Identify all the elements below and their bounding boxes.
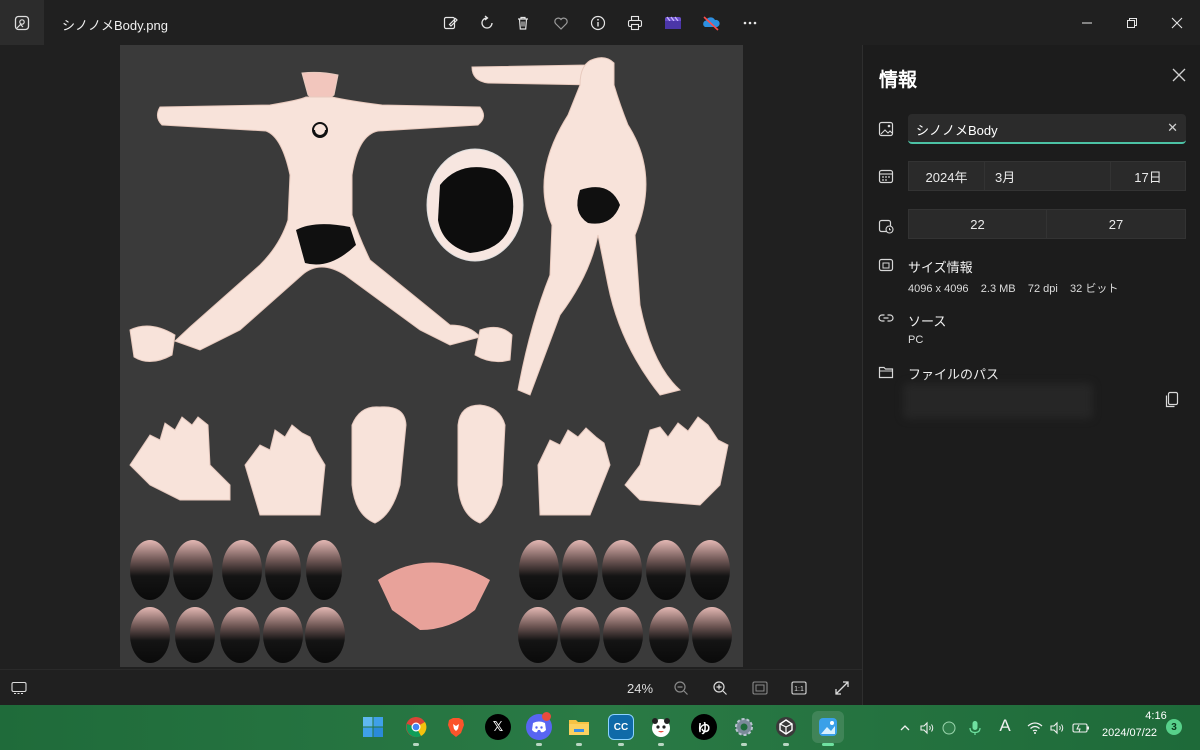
yu-icon[interactable]: ゆ bbox=[691, 714, 717, 740]
zoom-out-icon[interactable] bbox=[672, 678, 690, 698]
size-info-icon bbox=[877, 256, 895, 274]
clipchamp-icon[interactable] bbox=[662, 12, 684, 34]
info-panel-title: 情報 bbox=[879, 70, 918, 91]
actual-size-icon[interactable]: 1:1 bbox=[789, 678, 809, 698]
close-panel-button[interactable] bbox=[1169, 65, 1189, 85]
info-icon[interactable] bbox=[587, 12, 609, 34]
brave-icon[interactable] bbox=[443, 714, 469, 740]
zoom-level: 24% bbox=[626, 680, 654, 696]
title-bar: シノノメBody.png bbox=[0, 0, 1200, 45]
x-icon[interactable]: 𝕏 bbox=[485, 714, 511, 740]
image-viewer[interactable] bbox=[0, 45, 862, 669]
start-icon[interactable] bbox=[360, 714, 386, 740]
settings-icon[interactable] bbox=[731, 714, 757, 740]
file-name-field[interactable]: ✕ bbox=[908, 114, 1186, 144]
running-indicator bbox=[783, 743, 789, 746]
running-indicator bbox=[658, 743, 664, 746]
file-explorer-icon[interactable] bbox=[566, 714, 592, 740]
window-title: シノノメBody.png bbox=[62, 18, 168, 33]
file-path-label: ファイルのパス bbox=[908, 367, 1000, 382]
running-indicator bbox=[576, 743, 582, 746]
image-icon bbox=[877, 120, 895, 138]
file-name-input[interactable] bbox=[916, 119, 1156, 139]
photos-app-icon bbox=[0, 0, 44, 45]
discord-badge bbox=[542, 712, 551, 721]
running-indicator bbox=[413, 743, 419, 746]
chrome-icon[interactable] bbox=[403, 714, 429, 740]
fit-to-window-icon[interactable] bbox=[750, 678, 770, 698]
more-icon[interactable] bbox=[739, 12, 761, 34]
speaker-icon[interactable] bbox=[1048, 719, 1066, 737]
clear-name-icon[interactable]: ✕ bbox=[1167, 120, 1178, 136]
rotate-icon[interactable] bbox=[476, 12, 498, 34]
clock-date[interactable]: 2024/07/22 bbox=[1102, 727, 1157, 739]
month-select[interactable]: 3月 bbox=[984, 161, 1111, 191]
bottom-toolbar: 24% 1:1 bbox=[0, 669, 862, 705]
fullscreen-icon[interactable] bbox=[833, 678, 851, 698]
volume-tray-icon[interactable] bbox=[918, 719, 936, 737]
app-tray-icon[interactable] bbox=[940, 719, 958, 737]
source-label: ソース bbox=[908, 314, 947, 329]
microphone-icon[interactable] bbox=[966, 719, 984, 737]
restore-button[interactable] bbox=[1121, 12, 1143, 34]
copy-path-icon[interactable] bbox=[1163, 391, 1181, 409]
link-icon bbox=[877, 309, 895, 327]
size-info-label: サイズ情報 bbox=[908, 260, 973, 275]
day-select[interactable]: 17日 bbox=[1110, 161, 1186, 191]
zoom-in-icon[interactable] bbox=[711, 678, 729, 698]
svg-text:1:1: 1:1 bbox=[794, 686, 804, 693]
minute-select[interactable]: 27 bbox=[1046, 209, 1186, 239]
wifi-icon[interactable] bbox=[1026, 719, 1044, 737]
app-panda-icon[interactable] bbox=[648, 714, 674, 740]
ime-indicator[interactable]: A bbox=[996, 716, 1014, 735]
unity-icon[interactable] bbox=[773, 714, 799, 740]
minimize-button[interactable] bbox=[1076, 12, 1098, 34]
chevron-up-icon[interactable] bbox=[896, 719, 914, 737]
onedrive-icon[interactable] bbox=[700, 12, 722, 34]
file-path-value-redacted bbox=[903, 383, 1093, 419]
print-icon[interactable] bbox=[624, 12, 646, 34]
clock-icon bbox=[877, 217, 895, 235]
delete-icon[interactable] bbox=[512, 12, 534, 34]
running-indicator bbox=[536, 743, 542, 746]
close-window-button[interactable] bbox=[1166, 12, 1188, 34]
hour-select[interactable]: 22 bbox=[908, 209, 1047, 239]
notification-badge[interactable]: 3 bbox=[1166, 719, 1182, 735]
folder-icon bbox=[877, 363, 895, 381]
info-panel: 情報 ✕ 2024年 3月 17日 22 27 サイズ情報 4096 x 409… bbox=[862, 45, 1200, 705]
favorite-icon[interactable] bbox=[550, 12, 572, 34]
year-select[interactable]: 2024年 bbox=[908, 161, 985, 191]
filmstrip-icon[interactable] bbox=[10, 678, 28, 698]
photos-taskbar-icon[interactable] bbox=[812, 711, 844, 743]
cc-icon[interactable]: CC bbox=[608, 714, 634, 740]
source-value: PC bbox=[908, 334, 924, 346]
calendar-icon bbox=[877, 167, 895, 185]
running-indicator bbox=[618, 743, 624, 746]
battery-icon[interactable] bbox=[1072, 719, 1090, 737]
edit-icon[interactable] bbox=[440, 12, 462, 34]
taskbar: 𝕏 CC ゆ A bbox=[0, 705, 1200, 750]
active-indicator bbox=[822, 743, 834, 746]
texture-image[interactable] bbox=[120, 45, 743, 667]
size-info-value: 4096 x 4096 2.3 MB 72 dpi 32 ビット bbox=[908, 283, 1119, 295]
running-indicator bbox=[741, 743, 747, 746]
